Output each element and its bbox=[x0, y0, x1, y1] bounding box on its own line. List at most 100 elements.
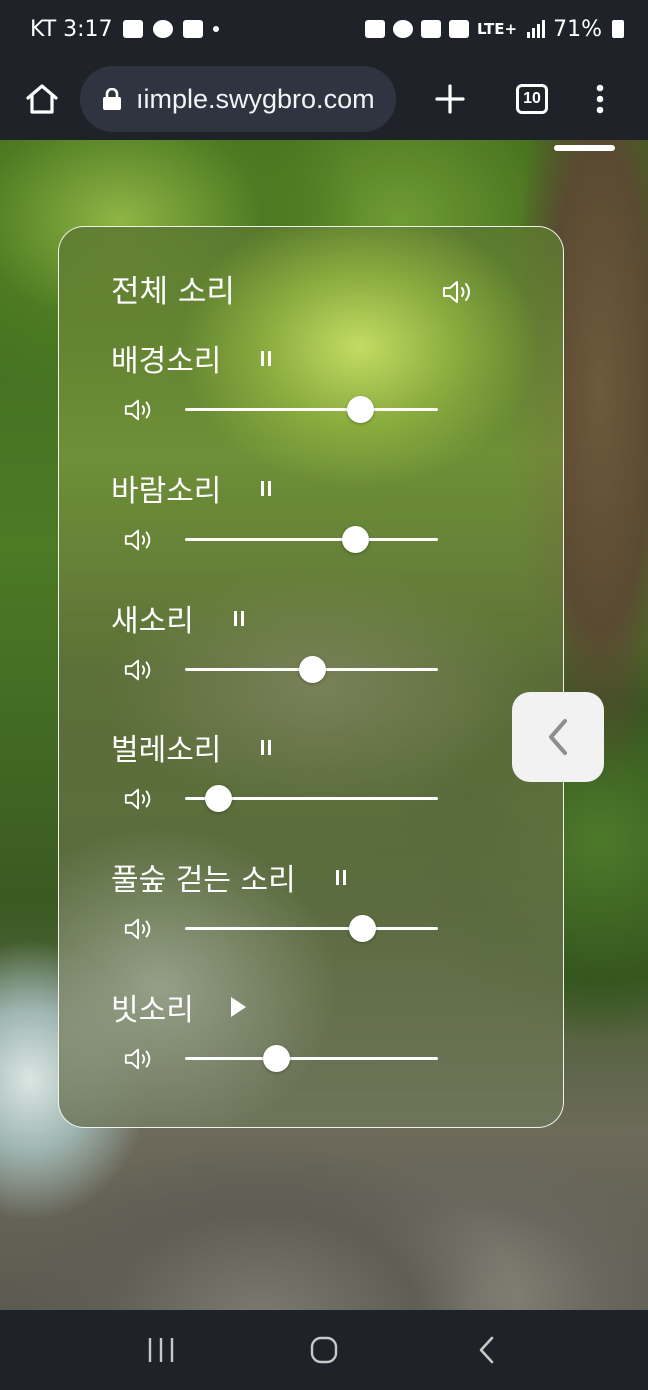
shopping-bag-icon bbox=[182, 20, 203, 38]
hd-icon bbox=[448, 20, 469, 38]
sound-row: 빗소리 bbox=[111, 982, 451, 1092]
browser-toolbar: ıimple.swygbro.com 10 bbox=[0, 58, 648, 140]
pause-bar bbox=[233, 610, 237, 626]
pause-bar bbox=[261, 480, 265, 496]
alarm-icon bbox=[392, 20, 413, 38]
sound-title-row: 새소리 bbox=[111, 593, 451, 643]
pause-bar bbox=[342, 869, 346, 885]
volume-slider-track[interactable] bbox=[185, 1045, 438, 1072]
more-notifications-icon bbox=[212, 26, 219, 32]
lock-icon bbox=[103, 88, 121, 110]
volume-icon[interactable] bbox=[123, 784, 155, 814]
sound-title-row: 바람소리 bbox=[111, 463, 451, 513]
gallery-icon bbox=[122, 20, 143, 38]
volume-slider-track[interactable] bbox=[185, 915, 438, 942]
master-volume-row: 전체 소리 bbox=[111, 267, 511, 317]
volume-slider-track[interactable] bbox=[185, 656, 438, 683]
back-button[interactable] bbox=[459, 1322, 515, 1378]
status-bar: KT 3:17 LTE+ 71% bbox=[0, 0, 648, 58]
volume-slider-thumb[interactable] bbox=[349, 915, 377, 942]
network-type: LTE+ bbox=[476, 20, 518, 38]
nav-home-button[interactable] bbox=[296, 1322, 352, 1378]
pause-bar bbox=[268, 480, 272, 496]
sound-name: 풀숲 걷는 소리 bbox=[111, 863, 296, 898]
sound-row: 새소리 bbox=[111, 593, 451, 703]
volume-slider-track[interactable] bbox=[185, 785, 438, 812]
sound-title-row: 빗소리 bbox=[111, 982, 451, 1032]
sound-name: 빗소리 bbox=[111, 993, 194, 1028]
battery-percent: 71% bbox=[553, 16, 602, 42]
volume-slider-row bbox=[123, 655, 453, 685]
sound-row: 풀숲 걷는 소리 bbox=[111, 852, 451, 962]
url-text: ıimple.swygbro.com bbox=[136, 83, 375, 114]
nfc-icon bbox=[364, 20, 385, 38]
tab-switcher-icon: 10 bbox=[516, 84, 548, 114]
forest-background: 전체 소리 배경소리바람소리새소리벌레소리풀숲 걷는 소리빗소리 bbox=[0, 140, 648, 1310]
talk-icon bbox=[152, 20, 173, 38]
collapse-panel-button[interactable] bbox=[512, 692, 604, 782]
menu-button[interactable] bbox=[576, 75, 624, 123]
sound-name: 배경소리 bbox=[111, 344, 222, 379]
volume-slider-row bbox=[123, 914, 453, 944]
volume-slider-thumb[interactable] bbox=[263, 1045, 291, 1072]
mute-icon bbox=[420, 20, 441, 38]
master-label: 전체 소리 bbox=[111, 274, 235, 310]
sound-row: 벌레소리 bbox=[111, 722, 451, 832]
pause-icon[interactable] bbox=[255, 736, 277, 758]
sound-name: 바람소리 bbox=[111, 474, 222, 509]
sound-row: 바람소리 bbox=[111, 463, 451, 573]
page-handle[interactable] bbox=[554, 145, 615, 151]
sound-row: 배경소리 bbox=[111, 333, 451, 443]
pause-bar bbox=[240, 610, 244, 626]
volume-icon[interactable] bbox=[123, 655, 155, 685]
pause-icon[interactable] bbox=[255, 347, 277, 369]
home-button[interactable] bbox=[18, 75, 66, 123]
system-navigation-bar bbox=[0, 1310, 648, 1390]
volume-slider-row bbox=[123, 784, 453, 814]
recents-button[interactable] bbox=[133, 1322, 189, 1378]
battery-icon bbox=[612, 20, 624, 38]
sound-title-row: 배경소리 bbox=[111, 333, 451, 383]
volume-slider-track[interactable] bbox=[185, 526, 438, 553]
volume-slider-row bbox=[123, 525, 453, 555]
volume-icon[interactable] bbox=[123, 395, 155, 425]
sound-title-row: 풀숲 걷는 소리 bbox=[111, 852, 451, 902]
new-tab-button[interactable] bbox=[426, 75, 474, 123]
volume-icon[interactable] bbox=[123, 1044, 155, 1074]
pause-icon[interactable] bbox=[330, 866, 352, 888]
back-icon bbox=[479, 1336, 493, 1364]
pause-icon[interactable] bbox=[228, 607, 250, 629]
plus-icon bbox=[435, 84, 465, 114]
pause-bar bbox=[335, 869, 339, 885]
volume-slider-track[interactable] bbox=[185, 396, 438, 423]
pause-icon[interactable] bbox=[255, 477, 277, 499]
chevron-left-icon bbox=[549, 719, 567, 755]
signal-icon bbox=[527, 20, 546, 38]
url-bar[interactable]: ıimple.swygbro.com bbox=[80, 66, 396, 132]
volume-icon[interactable] bbox=[123, 525, 155, 555]
home-circle-icon bbox=[310, 1336, 338, 1364]
pause-bar bbox=[268, 739, 272, 755]
recents-icon bbox=[149, 1338, 174, 1362]
play-triangle bbox=[231, 997, 247, 1017]
volume-slider-row bbox=[123, 395, 453, 425]
pause-bar bbox=[261, 350, 265, 366]
tab-switcher-button[interactable]: 10 bbox=[508, 75, 556, 123]
volume-icon[interactable] bbox=[123, 914, 155, 944]
play-icon[interactable] bbox=[228, 996, 250, 1018]
volume-slider-thumb[interactable] bbox=[298, 656, 326, 683]
volume-slider-thumb[interactable] bbox=[346, 396, 374, 423]
volume-icon[interactable] bbox=[441, 277, 475, 307]
sound-name: 벌레소리 bbox=[111, 733, 222, 768]
volume-slider-thumb[interactable] bbox=[204, 785, 232, 812]
pause-bar bbox=[268, 350, 272, 366]
home-icon bbox=[26, 84, 58, 114]
sound-title-row: 벌레소리 bbox=[111, 722, 451, 772]
sound-mixer-panel: 전체 소리 배경소리바람소리새소리벌레소리풀숲 걷는 소리빗소리 bbox=[58, 226, 564, 1128]
more-vert-icon bbox=[596, 84, 604, 114]
volume-slider-thumb[interactable] bbox=[341, 526, 369, 553]
sound-name: 새소리 bbox=[111, 604, 194, 639]
volume-slider-row bbox=[123, 1044, 453, 1074]
pause-bar bbox=[261, 739, 265, 755]
carrier-time: KT 3:17 bbox=[30, 16, 113, 42]
